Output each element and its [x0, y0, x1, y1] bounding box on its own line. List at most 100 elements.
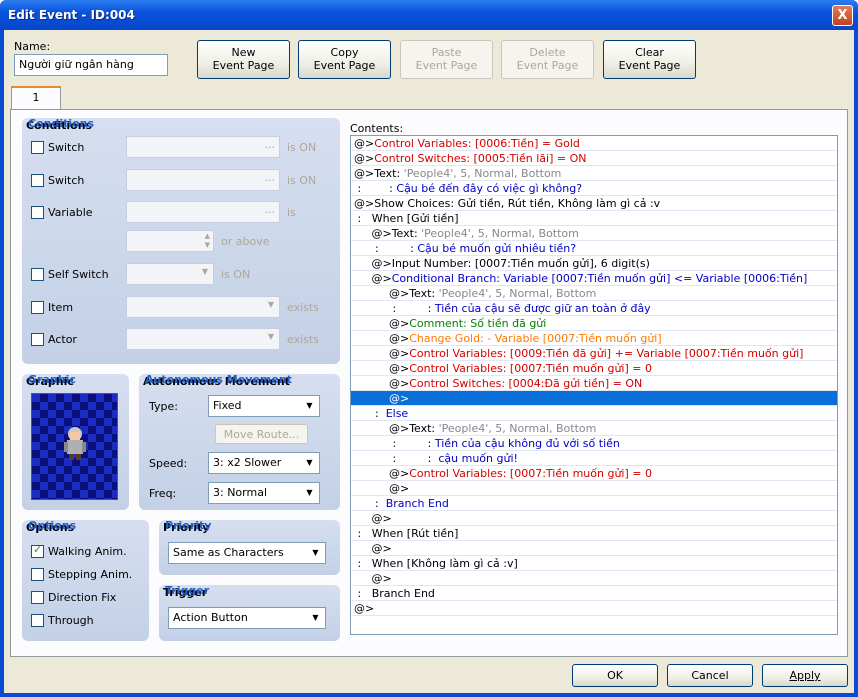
command-row[interactable]: @>	[351, 481, 837, 496]
command-row[interactable]: : : Tiền của cậu sẽ được giữ an toàn ở đ…	[351, 301, 837, 316]
speed-select[interactable]: 3: x2 Slower ▼	[208, 452, 320, 474]
variable-browse[interactable]: ...	[265, 203, 276, 216]
stepping-anim-checkbox[interactable]	[31, 568, 44, 581]
variable-checkbox[interactable]	[31, 206, 44, 219]
move-route-button[interactable]: Move Route...	[215, 424, 308, 444]
command-prefix: @>	[354, 167, 375, 180]
clear-event-page-button[interactable]: Clear Event Page	[603, 40, 696, 79]
command-row[interactable]: @>	[351, 391, 837, 406]
command-row[interactable]: @>Control Variables: [0006:Tiền] = Gold	[351, 136, 837, 151]
command-row[interactable]: : When [Rút tiền]	[351, 526, 837, 541]
command-row[interactable]: @>Control Switches: [0005:Tiền lãi] = ON	[351, 151, 837, 166]
command-row[interactable]: @>Input Number: [0007:Tiền muốn gửi], 6 …	[351, 256, 837, 271]
command-row[interactable]: @>Comment: Số tiền đã gửi	[351, 316, 837, 331]
close-button[interactable]: X	[832, 5, 853, 26]
switch2-browse[interactable]: ...	[265, 171, 276, 184]
switch1-checkbox[interactable]	[31, 141, 44, 154]
command-prefix: : :	[392, 437, 435, 450]
paste-event-page-button[interactable]: Paste Event Page	[400, 40, 493, 79]
apply-button[interactable]: Apply	[762, 664, 848, 687]
command-prefix: @>	[388, 317, 410, 330]
text-params: 'People4', 5, Normal, Bottom	[438, 422, 597, 435]
command-row[interactable]: : : Cậu bé muốn gửi nhiêu tiền?	[351, 241, 837, 256]
options-group: Options Options Walking Anim. Stepping A…	[22, 519, 149, 641]
title-bar[interactable]: Edit Event - ID:004 X	[0, 0, 858, 30]
command-row[interactable]: @>Control Variables: [0009:Tiền đã gửi] …	[351, 346, 837, 361]
command-text: Comment: Số tiền đã gửi	[409, 317, 547, 330]
conditions-group: Conditions Conditions Switch ... is ON S…	[22, 117, 340, 364]
copy-event-page-button[interactable]: Copy Event Page	[298, 40, 391, 79]
command-row[interactable]: @>Text: 'People4', 5, Normal, Bottom	[351, 166, 837, 181]
direction-fix-checkbox[interactable]	[31, 591, 44, 604]
command-prefix: @>	[371, 542, 392, 555]
dialog-window: Edit Event - ID:004 X Name: Người giữ ng…	[0, 0, 858, 697]
command-text: Text:	[409, 287, 439, 300]
trigger-select[interactable]: Action Button ▼	[168, 607, 326, 629]
cancel-button[interactable]: Cancel	[667, 664, 753, 687]
conditions-title-overlay: Conditions	[28, 117, 95, 130]
command-row[interactable]: @>	[351, 541, 837, 556]
command-indent	[354, 512, 371, 525]
spinner-arrows-icon[interactable]: ▲ ▼	[205, 232, 210, 250]
ok-button[interactable]: OK	[572, 664, 658, 687]
switch2-checkbox[interactable]	[31, 174, 44, 187]
command-text: Cậu bé đến đây có việc gì không?	[396, 182, 583, 195]
item-select[interactable]: ▼	[126, 296, 280, 318]
switch1-browse[interactable]: ...	[265, 138, 276, 151]
self-switch-select[interactable]: ▼	[126, 263, 214, 285]
command-row[interactable]: : When [Không làm gì cả :v]	[351, 556, 837, 571]
command-row[interactable]: : Branch End	[351, 496, 837, 511]
freq-select[interactable]: 3: Normal ▼	[208, 482, 320, 504]
command-indent	[354, 362, 389, 375]
switch1-field[interactable]: ...	[126, 136, 280, 158]
walking-anim-checkbox[interactable]	[31, 543, 44, 558]
switch1-suffix: is ON	[287, 141, 317, 154]
command-row[interactable]: @>Show Choices: Gửi tiền, Rút tiền, Khôn…	[351, 196, 837, 211]
self-switch-label: Self Switch	[48, 268, 109, 281]
delete-event-page-button[interactable]: Delete Event Page	[501, 40, 594, 79]
type-select[interactable]: Fixed ▼	[208, 395, 320, 417]
command-row[interactable]: @>Text: 'People4', 5, Normal, Bottom	[351, 226, 837, 241]
name-input[interactable]: Người giữ ngân hàng	[14, 54, 168, 76]
command-row[interactable]: : : cậu muốn gửi!	[351, 451, 837, 466]
command-row[interactable]: @>Control Variables: [0007:Tiền muốn gửi…	[351, 466, 837, 481]
command-row[interactable]: @>	[351, 511, 837, 526]
variable-value-spinner[interactable]: ▲ ▼	[126, 230, 214, 252]
command-indent	[354, 332, 389, 345]
command-row[interactable]: @>Change Gold: - Variable [0007:Tiền muố…	[351, 331, 837, 346]
command-row[interactable]: : Branch End	[351, 586, 837, 601]
switch2-field[interactable]: ...	[126, 169, 280, 191]
command-row[interactable]: @>	[351, 601, 837, 616]
event-commands-list[interactable]: @>Control Variables: [0006:Tiền] = Gold @…	[350, 135, 838, 635]
command-row[interactable]: @>Control Switches: [0004:Đã gửi tiền] =…	[351, 376, 837, 391]
priority-select[interactable]: Same as Characters ▼	[168, 542, 326, 564]
command-row[interactable]: @>	[351, 571, 837, 586]
actor-checkbox[interactable]	[31, 333, 44, 346]
text-params: 'People4', 5, Normal, Bottom	[403, 167, 562, 180]
command-indent	[354, 317, 389, 330]
chevron-down-icon: ▼	[201, 267, 208, 276]
switch2-label: Switch	[48, 174, 85, 187]
command-row[interactable]: @>Text: 'People4', 5, Normal, Bottom	[351, 286, 837, 301]
tab-page-1[interactable]: 1	[11, 86, 61, 110]
character-graphic[interactable]	[31, 393, 118, 500]
command-text: When [Rút tiền]	[371, 527, 459, 540]
variable-field[interactable]: ...	[126, 201, 280, 223]
through-checkbox[interactable]	[31, 614, 44, 627]
actor-select[interactable]: ▼	[126, 328, 280, 350]
command-row[interactable]: : Else	[351, 406, 837, 421]
command-row[interactable]: @>Conditional Branch: Variable [0007:Tiề…	[351, 271, 837, 286]
command-row[interactable]: @>Text: 'People4', 5, Normal, Bottom	[351, 421, 837, 436]
command-row[interactable]: : : Tiền của cậu không đủ với số tiền	[351, 436, 837, 451]
command-row[interactable]: @>Control Variables: [0007:Tiền muốn gửi…	[351, 361, 837, 376]
new-event-page-button[interactable]: New Event Page	[197, 40, 290, 79]
command-prefix: @>	[354, 197, 375, 210]
command-indent	[354, 482, 389, 495]
command-text: cậu muốn gửi!	[438, 452, 518, 465]
command-indent	[354, 572, 371, 585]
command-prefix: @>	[388, 467, 410, 480]
command-row[interactable]: : When [Gửi tiền]	[351, 211, 837, 226]
self-switch-checkbox[interactable]	[31, 268, 44, 281]
command-row[interactable]: : : Cậu bé đến đây có việc gì không?	[351, 181, 837, 196]
item-checkbox[interactable]	[31, 301, 44, 314]
